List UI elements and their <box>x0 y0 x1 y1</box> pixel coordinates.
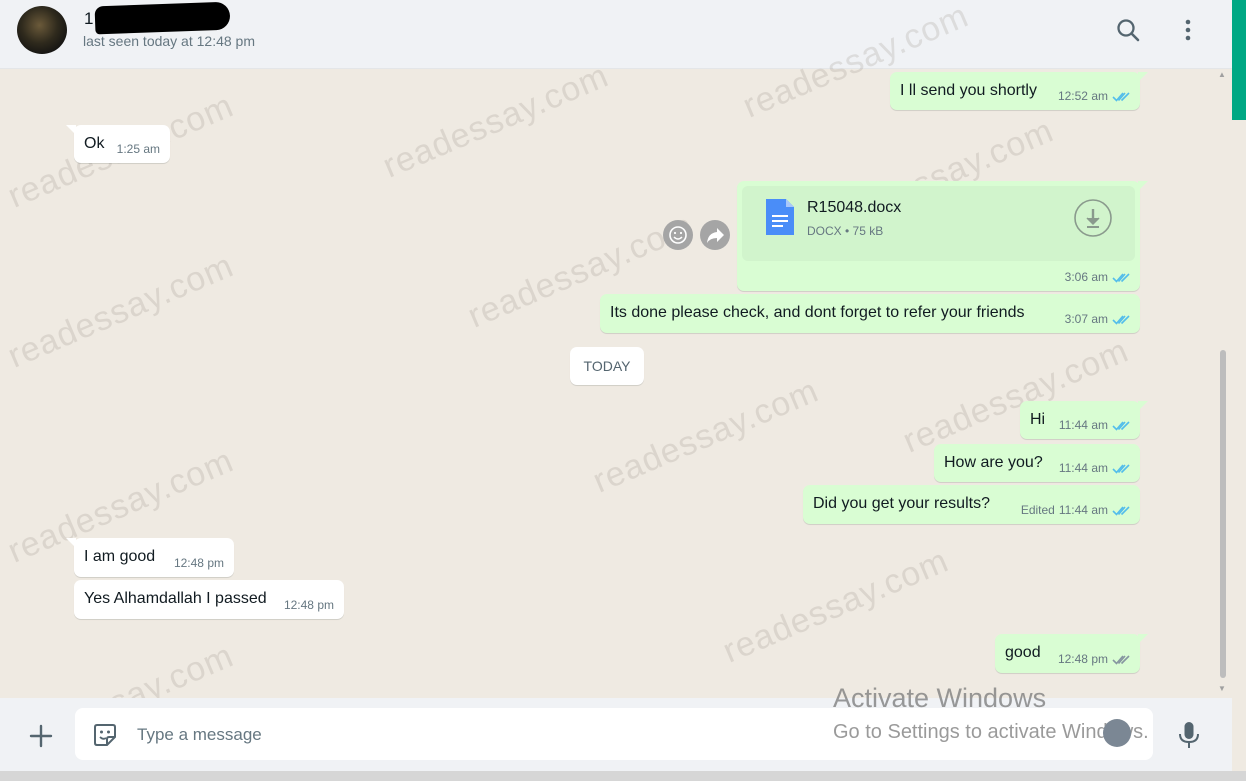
watermark: readessay.com <box>2 246 240 376</box>
message-incoming[interactable]: Yes Alhamdallah I passed 12:48 pm <box>74 580 344 619</box>
sticker-icon[interactable] <box>91 721 119 749</box>
chat-header: 1 M last seen today at 12:48 pm <box>0 0 1232 69</box>
read-ticks-icon <box>1112 463 1130 474</box>
bubble-tail <box>1138 401 1148 411</box>
edited-label: Edited <box>1020 503 1055 517</box>
activate-windows-subtitle: Go to Settings to activate Windows. <box>833 721 1149 743</box>
message-outgoing[interactable]: Hi 11:44 am <box>1020 401 1148 439</box>
forward-arrow-icon <box>707 228 724 243</box>
whatsapp-chat-window: 1 M last seen today at 12:48 pm readessa… <box>0 0 1246 781</box>
delivered-ticks-icon <box>1112 654 1130 665</box>
read-ticks-icon <box>1112 272 1130 283</box>
scroll-down-arrow[interactable]: ▼ <box>1218 684 1228 694</box>
message-text: Did you get your results? <box>813 495 990 512</box>
watermark: readessay.com <box>587 371 825 501</box>
message-time: 12:48 pm <box>283 598 334 612</box>
scrollbar-thumb[interactable] <box>1220 350 1226 678</box>
scroll-up-arrow[interactable]: ▲ <box>1218 70 1228 80</box>
message-meta: 12:48 pm <box>174 556 224 570</box>
message-time: 11:44 am <box>1058 503 1108 517</box>
message-incoming[interactable]: Ok 1:25 am <box>66 125 170 163</box>
message-outgoing[interactable]: How are you? 11:44 am <box>934 444 1140 482</box>
react-emoji-button[interactable] <box>663 220 693 250</box>
microphone-icon[interactable] <box>1176 720 1202 750</box>
message-meta: 3:06 am <box>1065 270 1130 284</box>
message-time: 12:48 pm <box>173 556 224 570</box>
message-text: I ll send you shortly <box>900 82 1037 99</box>
contact-avatar[interactable] <box>17 6 67 54</box>
message-outgoing-document[interactable]: R15048.docx DOCX • 75 kB 3:06 am <box>737 181 1148 291</box>
message-time: 11:44 am <box>1058 418 1108 432</box>
message-outgoing[interactable]: Its done please check, and dont forget t… <box>600 294 1140 333</box>
read-ticks-icon <box>1112 420 1130 431</box>
message-meta: Edited 11:44 am <box>1021 503 1130 517</box>
document-card[interactable]: R15048.docx DOCX • 75 kB <box>742 186 1135 261</box>
bubble-tail <box>66 125 76 135</box>
watermark: readessay.com <box>377 56 615 186</box>
message-meta: 12:48 pm <box>284 598 334 612</box>
message-meta: 1:25 am <box>117 142 160 156</box>
message-text: I am good <box>84 548 156 565</box>
day-separator: TODAY <box>570 347 644 385</box>
message-text: good <box>1005 644 1041 661</box>
name-redaction <box>94 1 231 35</box>
message-meta: 3:07 am <box>1065 312 1130 326</box>
message-time: 12:52 am <box>1057 89 1108 103</box>
document-file-icon <box>766 199 794 235</box>
search-icon[interactable] <box>1114 16 1142 44</box>
message-time: 3:06 am <box>1064 270 1108 284</box>
message-time: 3:07 am <box>1064 312 1108 326</box>
message-time: 11:44 am <box>1058 461 1108 475</box>
message-text: Yes Alhamdallah I passed <box>84 590 267 607</box>
emoji-icon <box>669 226 687 244</box>
read-ticks-icon <box>1112 91 1130 102</box>
message-time: 12:48 pm <box>1057 652 1108 666</box>
message-outgoing[interactable]: Did you get your results? Edited 11:44 a… <box>803 485 1140 524</box>
watermark: readessay.com <box>717 541 955 671</box>
bubble-tail <box>1138 72 1148 82</box>
last-seen-status: last seen today at 12:48 pm <box>83 33 255 49</box>
activate-windows-title: Activate Windows <box>833 683 1047 713</box>
message-input[interactable] <box>135 720 819 750</box>
message-text: Hi <box>1030 411 1046 428</box>
message-incoming[interactable]: I am good 12:48 pm <box>66 538 234 577</box>
forward-message-button[interactable] <box>700 220 730 250</box>
bubble-tail <box>1138 634 1148 644</box>
watermark: readessay.com <box>897 331 1135 461</box>
message-text: Its done please check, and dont forget t… <box>610 304 1025 321</box>
kebab-menu-icon[interactable] <box>1174 16 1202 44</box>
read-ticks-icon <box>1112 314 1130 325</box>
window-accent-edge <box>1232 0 1246 120</box>
message-meta: 11:44 am <box>1059 461 1130 475</box>
read-ticks-icon <box>1112 505 1130 516</box>
message-outgoing[interactable]: I ll send you shortly 12:52 am <box>890 72 1148 110</box>
message-text: How are you? <box>944 454 1043 471</box>
message-meta: 12:52 am <box>1058 89 1130 103</box>
message-text: Ok <box>84 135 105 152</box>
download-icon[interactable] <box>1073 198 1113 238</box>
bubble-tail <box>1138 181 1148 191</box>
document-info: DOCX • 75 kB <box>807 224 884 238</box>
message-time: 1:25 am <box>116 142 160 156</box>
window-bottom-edge <box>0 771 1246 781</box>
bubble-tail <box>66 538 76 548</box>
floating-tray-icon[interactable] <box>1103 719 1131 747</box>
chat-messages-area[interactable]: readessay.com readessay.com readessay.co… <box>0 0 1232 766</box>
message-meta: 12:48 pm <box>1058 652 1130 666</box>
message-outgoing[interactable]: good 12:48 pm <box>995 634 1148 673</box>
plus-icon[interactable] <box>27 722 55 750</box>
document-name: R15048.docx <box>807 199 902 216</box>
message-meta: 11:44 am <box>1059 418 1130 432</box>
